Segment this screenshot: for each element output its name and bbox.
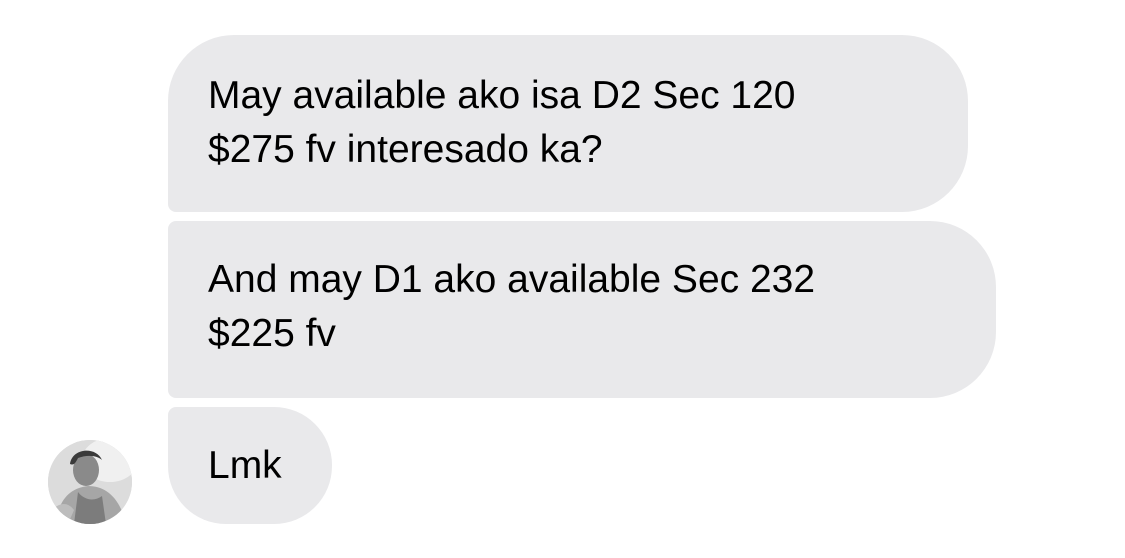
contact-photo-icon bbox=[48, 440, 132, 524]
avatar[interactable] bbox=[48, 440, 132, 524]
message-bubble[interactable]: And may D1 ako available Sec 232 $225 fv bbox=[168, 221, 996, 398]
message-bubble[interactable]: May available ako isa D2 Sec 120 $275 fv… bbox=[168, 35, 968, 212]
message-bubble[interactable]: Lmk bbox=[168, 407, 332, 524]
